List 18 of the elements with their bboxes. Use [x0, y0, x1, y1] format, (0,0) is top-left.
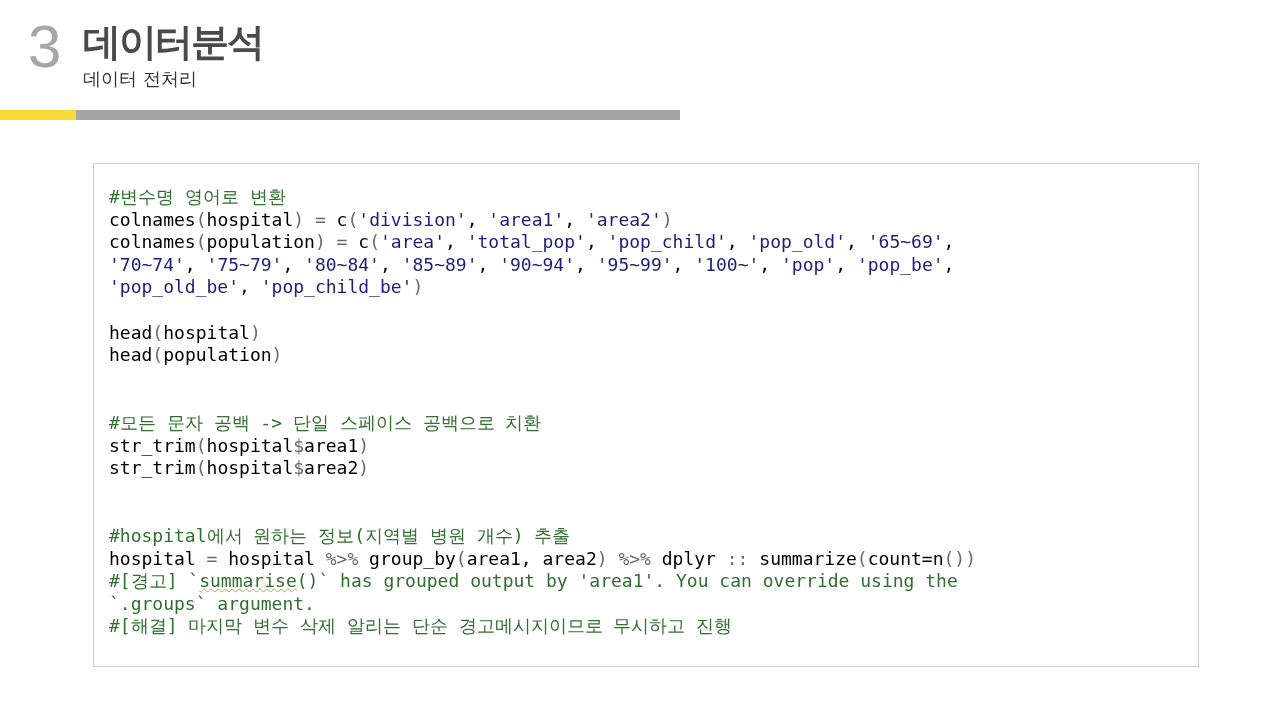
code-line: str_trim(hospital$area1): [109, 434, 370, 458]
code-line: str_trim(hospital$area2): [109, 457, 370, 480]
code-line: #[경고] `summarise()` has grouped output by 'area1'. You can override using the: [109, 570, 958, 593]
code-line: #hospital에서 원하는 정보(지역별 병원 개수) 추출: [109, 524, 571, 548]
code-line: #[해결] 마지막 변수 삭제 알리는 단순 경고메시지이므로 무시하고 진행: [109, 615, 733, 638]
slide-title: 데이터분석: [83, 19, 264, 66]
code-line: 'pop_old_be', 'pop_child_be'): [109, 276, 424, 299]
code-line: head(hospital): [109, 321, 261, 345]
code-line: #변수명 영어로 변환: [109, 186, 286, 209]
code-line: head(population): [109, 344, 283, 367]
code-line: '70~74', '75~79', '80~84', '85~89', '90~94', '95~99', '100~', 'pop', 'pop_be',: [109, 253, 955, 277]
code-line: #모든 문자 공백 -> 단일 스페이스 공백으로 치환: [109, 411, 542, 435]
slide-subtitle: 데이터 전처리: [83, 67, 199, 91]
code-line: colnames(hospital) = c('division', 'area1', 'area2'): [109, 208, 673, 232]
code-line: hospital = hospital %>% group_by(area1, area2) %>% dplyr :: summarize(count=n()): [109, 547, 977, 571]
code-line: colnames(population) = c('area', 'total_pop', 'pop_child', 'pop_old', '65~69',: [109, 231, 955, 254]
section-number: 3: [28, 14, 62, 80]
code-line: `.groups` argument.: [109, 592, 315, 616]
